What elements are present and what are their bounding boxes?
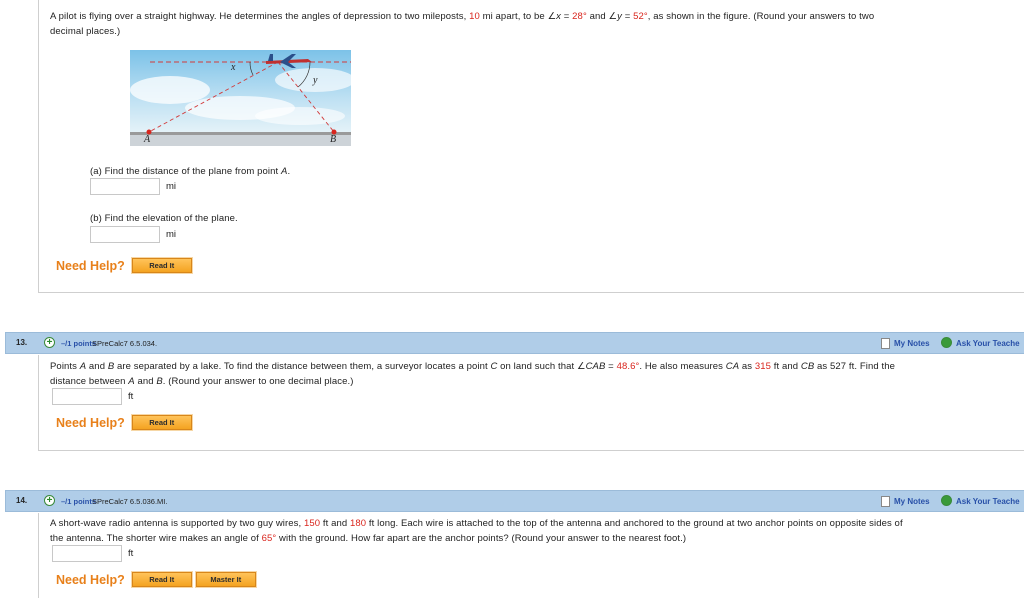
ask-teacher-link[interactable]: Ask Your Teache [956, 497, 1020, 506]
q12-part-a-input[interactable] [90, 178, 160, 195]
q13-panel-bottom [38, 450, 1024, 451]
angle-x-label: x [231, 62, 236, 73]
ask-plus-icon: + [941, 337, 952, 348]
ask-teacher-link[interactable]: Ask Your Teache [956, 339, 1020, 348]
read-it-button[interactable]: Read It [130, 257, 193, 274]
points-link[interactable]: –/1 points [61, 339, 96, 348]
my-notes-link[interactable]: My Notes [894, 339, 930, 348]
question-code: SPreCalc7 6.5.034. [92, 339, 158, 348]
q14-header: 14. + –/1 points SPreCalc7 6.5.036.MI. M… [5, 490, 1024, 512]
q14-unit: ft [128, 548, 134, 559]
question-number: 14. [16, 496, 28, 505]
q13-question-text: Points A and B are separated by a lake. … [50, 361, 895, 387]
cloud [255, 107, 345, 125]
q13-unit: ft [128, 391, 134, 402]
expand-plus-icon[interactable]: + [44, 495, 55, 506]
q14-answer: ft [52, 545, 133, 562]
q13-panel-border [38, 355, 39, 451]
q13-header: 13. + –/1 points SPreCalc7 6.5.034. My N… [5, 332, 1024, 354]
q14-need-help: Need Help? Read It Master It [56, 571, 260, 588]
q14-panel-border [38, 513, 39, 598]
question-number: 13. [16, 338, 28, 347]
notes-icon [881, 496, 890, 507]
read-it-button[interactable]: Read It [130, 414, 193, 431]
question-code: SPreCalc7 6.5.036.MI. [92, 497, 168, 506]
ask-plus-icon: + [941, 495, 952, 506]
read-it-button[interactable]: Read It [130, 571, 193, 588]
q12-panel-bottom [38, 292, 1024, 293]
plane-figure-svg [130, 50, 355, 146]
ground [130, 135, 351, 146]
q14-question-text: A short-wave radio antenna is supported … [50, 518, 903, 544]
need-help-label: Need Help? [56, 258, 125, 273]
q12-figure: x y A B [130, 50, 355, 146]
need-help-label: Need Help? [56, 415, 125, 430]
notes-icon [881, 338, 890, 349]
my-notes-link[interactable]: My Notes [894, 497, 930, 506]
q12-question-text: A pilot is flying over a straight highwa… [50, 11, 875, 37]
point-b-label: B [330, 134, 337, 145]
q13-need-help: Need Help? Read It [56, 414, 196, 431]
q12-part-a-label: (a) Find the distance of the plane from … [90, 166, 291, 177]
q13-answer-input[interactable] [52, 388, 122, 405]
expand-plus-icon[interactable]: + [44, 337, 55, 348]
q12-part-a-answer: mi [90, 178, 176, 195]
cloud [130, 76, 210, 104]
q12-part-b-label: (b) Find the elevation of the plane. [90, 213, 238, 224]
q12-part-b-input[interactable] [90, 226, 160, 243]
highway [130, 132, 351, 135]
points-link[interactable]: –/1 points [61, 497, 96, 506]
angle-y-label: y [313, 75, 318, 86]
q12-part-b-answer: mi [90, 226, 176, 243]
need-help-label: Need Help? [56, 572, 125, 587]
q13-answer: ft [52, 388, 133, 405]
q12-part-b-unit: mi [166, 229, 177, 240]
master-it-button[interactable]: Master It [194, 571, 257, 588]
q14-answer-input[interactable] [52, 545, 122, 562]
q12-panel-border [38, 0, 39, 293]
q12-part-a-unit: mi [166, 181, 177, 192]
point-a-label: A [144, 134, 151, 145]
q12-need-help: Need Help? Read It [56, 257, 196, 274]
